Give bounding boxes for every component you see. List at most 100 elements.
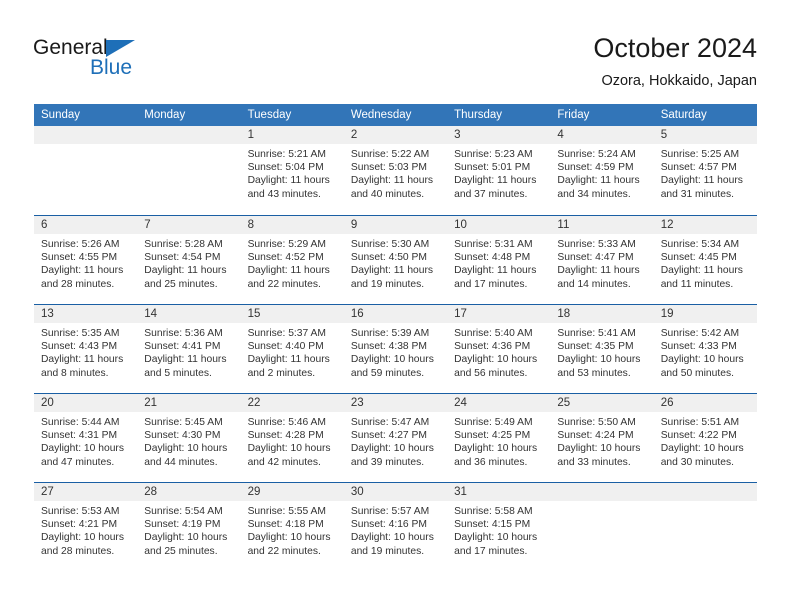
calendar-day-cell[interactable]: 10 Sunrise: 5:31 AM Sunset: 4:48 PM Dayligh… (447, 216, 551, 304)
day-number: 9 (343, 216, 448, 234)
calendar-day-cell[interactable]: 2 Sunrise: 5:22 AM Sunset: 5:03 PM Daylight… (343, 126, 448, 215)
day-number: 29 (240, 483, 344, 501)
daylight-text: Daylight: 10 hours and 36 minutes. (454, 443, 538, 468)
day-number: 11 (550, 216, 654, 234)
calendar-day-cell-empty (550, 483, 654, 571)
sunset-text: Sunset: 4:30 PM (144, 430, 221, 442)
sunset-text: Sunset: 4:38 PM (350, 341, 427, 353)
calendar-day-cell[interactable]: 22 Sunrise: 5:46 AM Sunset: 4:28 PM Dayligh… (240, 394, 344, 482)
day-number: 2 (343, 126, 448, 144)
calendar-day-cell[interactable]: 13 Sunrise: 5:35 AM Sunset: 4:43 PM Dayligh… (34, 305, 138, 393)
calendar-day-cell[interactable]: 27 Sunrise: 5:53 AM Sunset: 4:21 PM Dayligh… (34, 483, 138, 571)
day-sun-info: Sunrise: 5:49 AM Sunset: 4:25 PM Daylight:… (447, 412, 550, 469)
calendar-day-cell[interactable]: 20 Sunrise: 5:44 AM Sunset: 4:31 PM Dayligh… (34, 394, 138, 482)
calendar-day-cell[interactable]: 15 Sunrise: 5:37 AM Sunset: 4:40 PM Dayligh… (240, 305, 344, 393)
daylight-text: Daylight: 10 hours and 50 minutes. (660, 354, 744, 379)
day-number: 13 (34, 305, 138, 323)
daylight-text: Daylight: 10 hours and 44 minutes. (144, 443, 228, 468)
day-sun-info: Sunrise: 5:31 AM Sunset: 4:48 PM Daylight:… (447, 234, 550, 291)
page-header: General Blue October 2024 Ozora, Hokkaid… (0, 0, 792, 100)
calendar-week-row: 6 Sunrise: 5:26 AM Sunset: 4:55 PM Daylight… (34, 215, 757, 304)
daylight-text: Daylight: 11 hours and 25 minutes. (144, 265, 227, 290)
daylight-text: Daylight: 11 hours and 40 minutes. (350, 175, 434, 200)
sunset-text: Sunset: 4:48 PM (454, 252, 531, 264)
calendar-day-cell[interactable]: 26 Sunrise: 5:51 AM Sunset: 4:22 PM Dayligh… (653, 394, 757, 482)
daylight-text: Daylight: 10 hours and 25 minutes. (144, 532, 228, 557)
calendar-day-cell[interactable]: 31 Sunrise: 5:58 AM Sunset: 4:15 PM Dayligh… (447, 483, 551, 571)
day-sun-info: Sunrise: 5:50 AM Sunset: 4:24 PM Daylight:… (550, 412, 653, 469)
calendar-day-cell[interactable]: 12 Sunrise: 5:34 AM Sunset: 4:45 PM Dayligh… (653, 216, 757, 304)
calendar-day-cell[interactable]: 24 Sunrise: 5:49 AM Sunset: 4:25 PM Dayligh… (447, 394, 551, 482)
day-number: 25 (550, 394, 654, 412)
daylight-text: Daylight: 10 hours and 47 minutes. (41, 443, 124, 468)
calendar-day-cell[interactable]: 11 Sunrise: 5:33 AM Sunset: 4:47 PM Dayligh… (550, 216, 654, 304)
day-number (653, 483, 757, 501)
calendar-day-cell[interactable]: 25 Sunrise: 5:50 AM Sunset: 4:24 PM Dayligh… (550, 394, 654, 482)
day-sun-info: Sunrise: 5:35 AM Sunset: 4:43 PM Daylight:… (34, 323, 137, 380)
day-sun-info: Sunrise: 5:44 AM Sunset: 4:31 PM Daylight:… (34, 412, 137, 469)
calendar-day-cell[interactable]: 30 Sunrise: 5:57 AM Sunset: 4:16 PM Dayligh… (343, 483, 448, 571)
sunrise-text: Sunrise: 5:24 AM (557, 149, 636, 160)
day-number: 8 (240, 216, 344, 234)
day-sun-info: Sunrise: 5:22 AM Sunset: 5:03 PM Daylight:… (344, 144, 447, 201)
calendar-day-cell[interactable]: 19 Sunrise: 5:42 AM Sunset: 4:33 PM Dayligh… (653, 305, 757, 393)
title-block: October 2024 Ozora, Hokkaido, Japan (593, 32, 757, 91)
daylight-text: Daylight: 11 hours and 17 minutes. (454, 265, 537, 290)
sunset-text: Sunset: 4:36 PM (454, 341, 531, 353)
day-sun-info: Sunrise: 5:41 AM Sunset: 4:35 PM Daylight:… (550, 323, 653, 380)
weekday-header-thursday: Thursday (454, 109, 503, 121)
day-sun-info: Sunrise: 5:29 AM Sunset: 4:52 PM Daylight:… (241, 234, 344, 291)
day-number: 6 (34, 216, 138, 234)
day-sun-info: Sunrise: 5:51 AM Sunset: 4:22 PM Daylight:… (654, 412, 757, 469)
sunset-text: Sunset: 4:43 PM (41, 341, 118, 353)
day-sun-info: Sunrise: 5:34 AM Sunset: 4:45 PM Daylight:… (654, 234, 757, 291)
daylight-text: Daylight: 11 hours and 14 minutes. (557, 265, 640, 290)
day-number (550, 483, 654, 501)
calendar-day-cell[interactable]: 9 Sunrise: 5:30 AM Sunset: 4:50 PM Daylight… (343, 216, 448, 304)
day-number (137, 126, 241, 144)
weekday-header-sunday: Sunday (41, 109, 81, 121)
calendar-day-cell[interactable]: 1 Sunrise: 5:21 AM Sunset: 5:04 PM Daylight… (240, 126, 344, 215)
calendar-day-cell[interactable]: 14 Sunrise: 5:36 AM Sunset: 4:41 PM Dayligh… (137, 305, 241, 393)
sunset-text: Sunset: 4:50 PM (350, 252, 427, 264)
calendar-day-cell[interactable]: 6 Sunrise: 5:26 AM Sunset: 4:55 PM Daylight… (34, 216, 138, 304)
calendar-day-cell[interactable]: 29 Sunrise: 5:55 AM Sunset: 4:18 PM Dayligh… (240, 483, 344, 571)
day-sun-info: Sunrise: 5:24 AM Sunset: 4:59 PM Daylight:… (550, 144, 653, 201)
calendar-day-cell[interactable]: 18 Sunrise: 5:41 AM Sunset: 4:35 PM Dayligh… (550, 305, 654, 393)
calendar-day-cell[interactable]: 7 Sunrise: 5:28 AM Sunset: 4:54 PM Daylight… (137, 216, 241, 304)
general-blue-logo: General Blue (33, 36, 233, 82)
sunset-text: Sunset: 4:40 PM (247, 341, 324, 353)
daylight-text: Daylight: 10 hours and 53 minutes. (557, 354, 641, 379)
calendar-day-cell[interactable]: 28 Sunrise: 5:54 AM Sunset: 4:19 PM Dayligh… (137, 483, 241, 571)
sunset-text: Sunset: 4:55 PM (41, 252, 118, 264)
day-number: 24 (447, 394, 551, 412)
sunrise-text: Sunrise: 5:55 AM (247, 506, 326, 517)
daylight-text: Daylight: 11 hours and 22 minutes. (247, 265, 330, 290)
day-sun-info: Sunrise: 5:40 AM Sunset: 4:36 PM Daylight:… (447, 323, 550, 380)
sunrise-text: Sunrise: 5:39 AM (350, 328, 430, 339)
calendar-day-cell[interactable]: 8 Sunrise: 5:29 AM Sunset: 4:52 PM Daylight… (240, 216, 344, 304)
sunrise-text: Sunrise: 5:31 AM (454, 239, 533, 250)
day-sun-info: Sunrise: 5:54 AM Sunset: 4:19 PM Daylight:… (137, 501, 240, 558)
page-title: October 2024 (593, 33, 757, 63)
day-number: 31 (447, 483, 551, 501)
calendar-day-cell[interactable]: 21 Sunrise: 5:45 AM Sunset: 4:30 PM Dayligh… (137, 394, 241, 482)
calendar-day-cell[interactable]: 5 Sunrise: 5:25 AM Sunset: 4:57 PM Daylight… (653, 126, 757, 215)
sunrise-text: Sunrise: 5:26 AM (41, 239, 120, 250)
day-sun-info: Sunrise: 5:33 AM Sunset: 4:47 PM Daylight:… (550, 234, 653, 291)
daylight-text: Daylight: 11 hours and 5 minutes. (144, 354, 227, 379)
calendar-day-cell[interactable]: 16 Sunrise: 5:39 AM Sunset: 4:38 PM Dayligh… (343, 305, 448, 393)
day-number: 15 (240, 305, 344, 323)
calendar-day-cell[interactable]: 3 Sunrise: 5:23 AM Sunset: 5:01 PM Daylight… (447, 126, 551, 215)
sunset-text: Sunset: 4:28 PM (247, 430, 324, 442)
day-number: 1 (240, 126, 344, 144)
day-sun-info: Sunrise: 5:23 AM Sunset: 5:01 PM Daylight:… (447, 144, 550, 201)
calendar-day-cell[interactable]: 4 Sunrise: 5:24 AM Sunset: 4:59 PM Daylight… (550, 126, 654, 215)
sunrise-text: Sunrise: 5:37 AM (247, 328, 326, 339)
calendar-day-cell[interactable]: 17 Sunrise: 5:40 AM Sunset: 4:36 PM Dayligh… (447, 305, 551, 393)
daylight-text: Daylight: 10 hours and 22 minutes. (247, 532, 331, 557)
day-number: 5 (653, 126, 757, 144)
calendar-day-cell[interactable]: 23 Sunrise: 5:47 AM Sunset: 4:27 PM Dayligh… (343, 394, 448, 482)
calendar-week-row: 13 Sunrise: 5:35 AM Sunset: 4:43 PM Dayligh… (34, 304, 757, 393)
page-subtitle: Ozora, Hokkaido, Japan (601, 73, 757, 89)
